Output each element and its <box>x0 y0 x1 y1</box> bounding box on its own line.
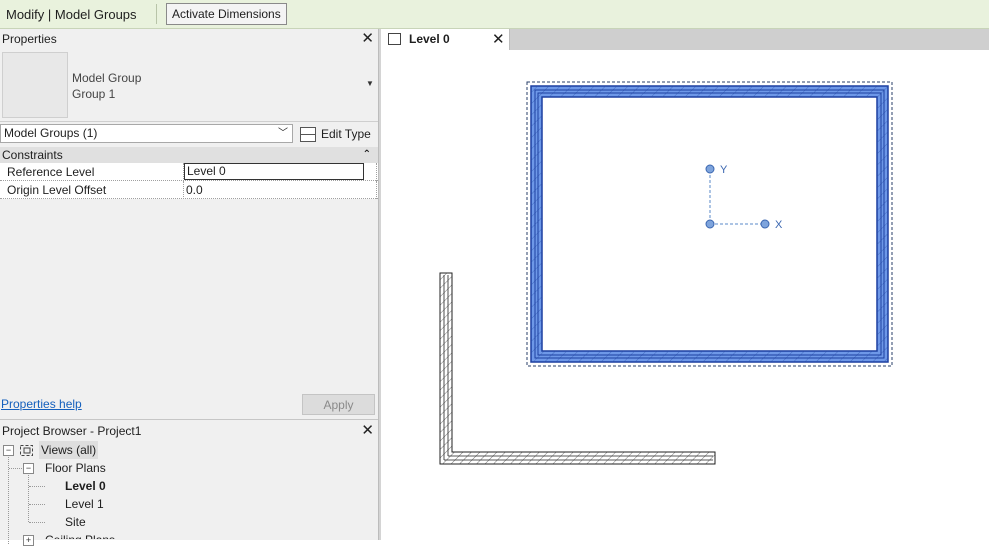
collapse-icon[interactable]: ⌃ <box>363 147 371 163</box>
y-axis-handle[interactable] <box>705 164 715 174</box>
x-axis-handle[interactable] <box>760 219 770 229</box>
tree-connector <box>29 522 45 523</box>
edit-type-button[interactable]: Edit Type <box>300 124 371 144</box>
instance-filter-select[interactable]: Model Groups (1) ﹀ <box>0 124 293 143</box>
edit-type-icon <box>300 127 316 143</box>
ribbon-bar: Modify | Model Groups Activate Dimension… <box>0 0 989 29</box>
view-tab-bar: Level 0 ✕ <box>381 29 989 50</box>
tree-connector <box>29 486 45 487</box>
tree-item-ceiling-plans[interactable]: Ceiling Plans <box>45 531 115 539</box>
tree-item-floor-plans[interactable]: Floor Plans <box>45 459 106 477</box>
property-label: Reference Level <box>7 165 95 179</box>
left-panel: Properties ✕ Model Group Group 1 ▼ Model… <box>0 29 378 546</box>
properties-close-icon[interactable]: ✕ <box>361 29 374 49</box>
type-preview-image <box>2 52 68 118</box>
constraints-label: Constraints <box>2 148 63 162</box>
type-type-label: Group 1 <box>72 87 116 101</box>
type-family-label: Model Group <box>72 71 142 85</box>
property-row[interactable]: Reference Level Level 0 <box>0 163 378 181</box>
project-browser-title: Project Browser - Project1 <box>2 424 142 438</box>
edit-type-label: Edit Type <box>321 127 371 141</box>
properties-header: Properties ✕ <box>0 29 378 49</box>
tree-item-level-1[interactable]: Level 1 <box>65 495 104 513</box>
chevron-down-icon: ﹀ <box>278 128 288 139</box>
context-tab-label: Modify | Model Groups <box>6 7 137 22</box>
constraints-group-header[interactable]: Constraints ⌃ <box>0 147 378 163</box>
tab-label: Level 0 <box>409 32 450 46</box>
project-browser-header: Project Browser - Project1 ✕ <box>0 421 378 441</box>
tree-item-level-0[interactable]: Level 0 <box>65 477 106 495</box>
collapse-toggle-icon[interactable]: − <box>3 445 14 456</box>
instance-filter-value: Model Groups (1) <box>4 126 98 140</box>
y-axis-label: Y <box>720 164 728 176</box>
close-icon[interactable]: ✕ <box>492 30 505 48</box>
divider <box>0 419 378 420</box>
group-origin[interactable]: Y X <box>705 164 783 231</box>
divider <box>0 121 378 122</box>
tree-item-views-all[interactable]: Views (all) <box>39 441 99 459</box>
expand-toggle-icon[interactable]: + <box>23 535 34 546</box>
project-browser-close-icon[interactable]: ✕ <box>361 421 374 441</box>
tab-level-0[interactable]: Level 0 ✕ <box>381 29 510 50</box>
property-label: Origin Level Offset <box>7 183 107 197</box>
collapse-toggle-icon[interactable]: − <box>23 463 34 474</box>
x-axis-label: X <box>775 219 783 231</box>
properties-help-link[interactable]: Properties help <box>1 397 82 411</box>
type-name[interactable]: Model Group Group 1 <box>72 70 141 102</box>
drawing-canvas[interactable]: Y X <box>381 50 989 540</box>
floor-plan-view-icon <box>388 33 401 45</box>
view-camera-icon <box>20 445 33 456</box>
tree-connector <box>9 468 22 469</box>
tree-connector <box>28 472 29 522</box>
ribbon-separator <box>156 4 157 24</box>
activate-dimensions-button[interactable]: Activate Dimensions <box>166 3 287 25</box>
reference-level-field[interactable]: Level 0 <box>184 163 364 180</box>
property-row[interactable]: Origin Level Offset 0.0 <box>0 181 378 199</box>
type-dropdown-icon[interactable]: ▼ <box>366 79 374 88</box>
tree-connector <box>29 504 45 505</box>
properties-title: Properties <box>2 32 57 46</box>
l-shaped-wall[interactable] <box>439 272 716 465</box>
tree-item-site[interactable]: Site <box>65 513 86 531</box>
origin-handle[interactable] <box>705 219 715 229</box>
apply-button[interactable]: Apply <box>302 394 375 415</box>
origin-level-offset-field[interactable]: 0.0 <box>184 181 364 198</box>
plan-drawing: Y X <box>439 81 893 465</box>
